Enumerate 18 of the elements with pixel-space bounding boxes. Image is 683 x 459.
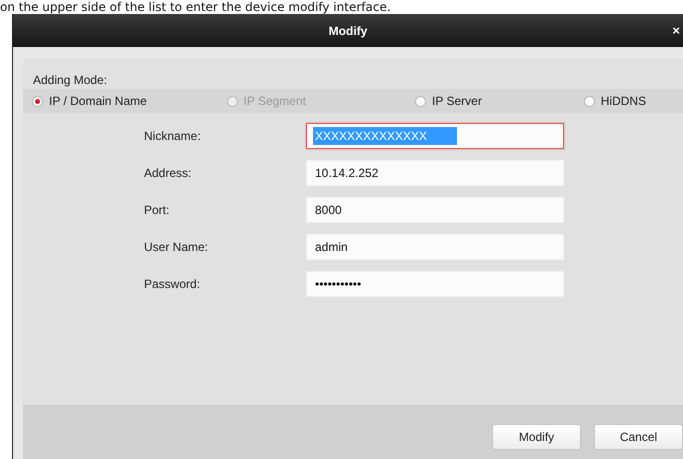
input-field[interactable]: admin (306, 234, 564, 260)
field-label: User Name: (144, 240, 210, 254)
mode-radio[interactable]: HiDDNS (584, 94, 683, 108)
window-title: Modify (328, 24, 368, 38)
field-label: Address: (144, 166, 192, 180)
field-label: Password: (144, 277, 202, 291)
input-field[interactable]: ••••••••••• (306, 271, 564, 297)
input-field[interactable]: 10.14.2.252 (306, 160, 564, 186)
mode-radio[interactable]: IP / Domain Name (32, 94, 226, 108)
input-field[interactable]: 8000 (306, 197, 564, 223)
cancel-button[interactable]: Cancel (594, 424, 683, 450)
field-label: Nickname: (144, 129, 202, 143)
close-button[interactable]: × (672, 23, 680, 38)
caption-text: on the upper side of the list to enter the device modify interface. (0, 0, 391, 14)
mode-radio[interactable]: IP Server (415, 94, 584, 108)
modify-button[interactable]: Modify (492, 424, 581, 450)
adding-mode-label: Adding Mode: (33, 73, 108, 87)
field-label: Port: (144, 203, 170, 217)
